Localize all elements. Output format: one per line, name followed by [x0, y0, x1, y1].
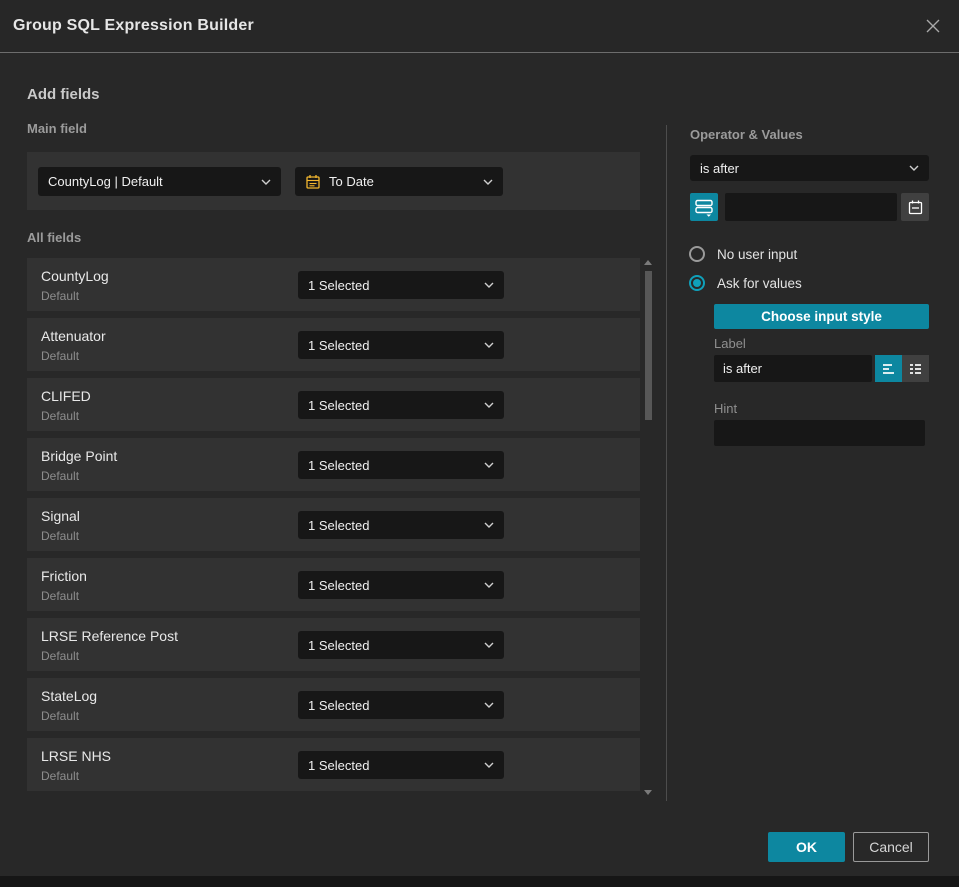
- chevron-down-icon: [261, 179, 271, 185]
- operator-select[interactable]: is after: [690, 155, 929, 181]
- field-row: Signal Default 1 Selected: [27, 498, 640, 551]
- field-selected-dropdown[interactable]: 1 Selected: [298, 391, 504, 419]
- field-selected-dropdown[interactable]: 1 Selected: [298, 631, 504, 659]
- chevron-down-icon: [484, 522, 494, 528]
- scrollbar-down-arrow[interactable]: [644, 790, 652, 795]
- field-name: Friction: [41, 568, 87, 584]
- value-calendar-button[interactable]: [901, 193, 929, 221]
- field-selected-value: 1 Selected: [308, 577, 370, 593]
- operator-select-value: is after: [700, 160, 740, 176]
- field-row: CountyLog Default 1 Selected: [27, 258, 640, 311]
- list-style-button[interactable]: [902, 355, 929, 382]
- chevron-down-icon: [484, 582, 494, 588]
- field-row: LRSE NHS Default 1 Selected: [27, 738, 640, 791]
- field-selected-dropdown[interactable]: 1 Selected: [298, 451, 504, 479]
- field-sublabel: Default: [41, 289, 80, 303]
- cancel-button[interactable]: Cancel: [853, 832, 929, 862]
- calendar-icon: [908, 200, 922, 214]
- align-left-icon: [883, 364, 894, 374]
- radio-no-user-input-label: No user input: [717, 247, 798, 262]
- field-name: StateLog: [41, 688, 98, 704]
- main-field-select[interactable]: CountyLog | Default: [38, 167, 281, 196]
- field-sublabel: Default: [41, 409, 80, 423]
- choose-input-style-button[interactable]: Choose input style: [714, 304, 929, 329]
- field-sublabel: Default: [41, 709, 80, 723]
- radio-ask-for-values-label: Ask for values: [717, 276, 802, 291]
- field-name: LRSE Reference Post: [41, 628, 178, 644]
- close-icon[interactable]: [921, 14, 945, 38]
- radio-ask-for-values[interactable]: [689, 275, 705, 291]
- bullet-list-icon: [910, 364, 921, 374]
- stacked-values-icon: [695, 199, 713, 217]
- field-name: LRSE NHS: [41, 748, 112, 764]
- single-line-style-button[interactable]: [875, 355, 902, 382]
- field-row: LRSE Reference Post Default 1 Selected: [27, 618, 640, 671]
- radio-no-user-input[interactable]: [689, 246, 705, 262]
- label-label: Label: [714, 336, 746, 351]
- field-row: Attenuator Default 1 Selected: [27, 318, 640, 371]
- field-selected-dropdown[interactable]: 1 Selected: [298, 331, 504, 359]
- main-field-date-select[interactable]: To Date: [295, 167, 503, 196]
- field-sublabel: Default: [41, 349, 80, 363]
- label-input[interactable]: [714, 355, 872, 382]
- field-selected-dropdown[interactable]: 1 Selected: [298, 751, 504, 779]
- field-name: CountyLog: [41, 268, 109, 284]
- field-row: Friction Default 1 Selected: [27, 558, 640, 611]
- field-sublabel: Default: [41, 649, 80, 663]
- field-name: Signal: [41, 508, 80, 524]
- ok-button[interactable]: OK: [768, 832, 845, 862]
- main-field-panel: CountyLog | Default To Date: [27, 152, 640, 210]
- field-selected-dropdown[interactable]: 1 Selected: [298, 271, 504, 299]
- field-selected-value: 1 Selected: [308, 397, 370, 413]
- chevron-down-icon: [484, 702, 494, 708]
- field-name: Attenuator: [41, 328, 106, 344]
- hint-input[interactable]: [714, 420, 925, 446]
- title-bar: Group SQL Expression Builder: [0, 0, 959, 53]
- group-sql-expression-builder-dialog: Group SQL Expression Builder Add fields …: [0, 0, 959, 876]
- field-selected-value: 1 Selected: [308, 277, 370, 293]
- field-row: Bridge Point Default 1 Selected: [27, 438, 640, 491]
- field-sublabel: Default: [41, 769, 80, 783]
- radio-selected-dot: [693, 279, 701, 287]
- field-selected-value: 1 Selected: [308, 757, 370, 773]
- panel-divider: [666, 125, 667, 801]
- field-selected-dropdown[interactable]: 1 Selected: [298, 571, 504, 599]
- scrollbar-thumb[interactable]: [645, 271, 652, 420]
- hint-label: Hint: [714, 401, 738, 416]
- field-selected-value: 1 Selected: [308, 337, 370, 353]
- field-name: CLIFED: [41, 388, 91, 404]
- scrollbar-up-arrow[interactable]: [644, 260, 652, 265]
- chevron-down-icon: [484, 462, 494, 468]
- value-type-button[interactable]: [690, 193, 718, 221]
- value-input[interactable]: [725, 193, 897, 221]
- chevron-down-icon: [909, 165, 919, 171]
- field-row: StateLog Default 1 Selected: [27, 678, 640, 731]
- all-fields-label: All fields: [27, 230, 82, 245]
- add-fields-heading: Add fields: [27, 86, 100, 103]
- field-selected-dropdown[interactable]: 1 Selected: [298, 691, 504, 719]
- chevron-down-icon: [484, 642, 494, 648]
- field-selected-dropdown[interactable]: 1 Selected: [298, 511, 504, 539]
- field-name: Bridge Point: [41, 448, 118, 464]
- field-selected-value: 1 Selected: [308, 517, 370, 533]
- calendar-icon: [306, 174, 320, 189]
- operator-values-heading: Operator & Values: [690, 127, 803, 142]
- main-field-date-value: To Date: [329, 174, 374, 189]
- field-sublabel: Default: [41, 589, 80, 603]
- field-selected-value: 1 Selected: [308, 637, 370, 653]
- main-field-label: Main field: [27, 121, 87, 136]
- field-selected-value: 1 Selected: [308, 697, 370, 713]
- chevron-down-icon: [484, 342, 494, 348]
- field-sublabel: Default: [41, 469, 80, 483]
- chevron-down-icon: [484, 762, 494, 768]
- chevron-down-icon: [484, 282, 494, 288]
- chevron-down-icon: [484, 402, 494, 408]
- field-row: CLIFED Default 1 Selected: [27, 378, 640, 431]
- field-selected-value: 1 Selected: [308, 457, 370, 473]
- dialog-title: Group SQL Expression Builder: [13, 17, 254, 34]
- chevron-down-icon: [483, 179, 493, 185]
- main-field-select-value: CountyLog | Default: [48, 174, 163, 189]
- field-sublabel: Default: [41, 529, 80, 543]
